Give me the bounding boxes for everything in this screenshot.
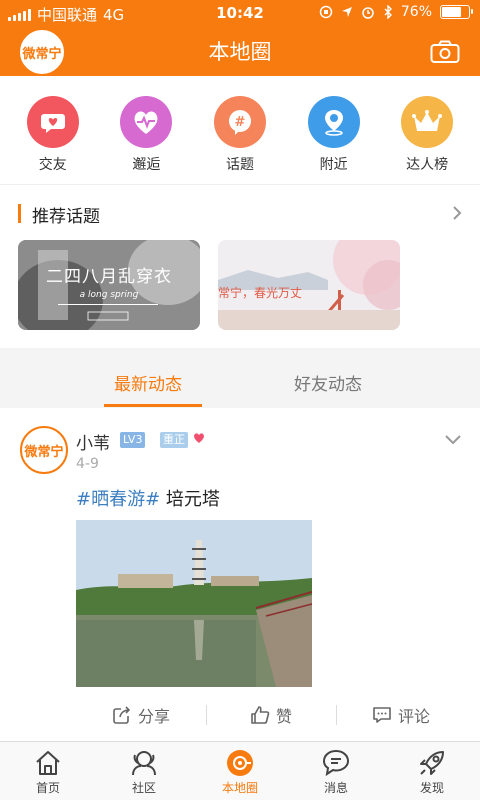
level-badge: LV3 [120, 432, 146, 448]
category-nearby[interactable]: 附近 [294, 96, 374, 176]
like-button[interactable]: 赞 [206, 700, 336, 730]
tab-friends[interactable]: 好友动态 [294, 370, 362, 395]
post-date: 4-9 [76, 456, 99, 472]
nav-local-circle[interactable]: 本地圈 [192, 742, 288, 800]
topic-card[interactable]: 常宁，春光万丈 [218, 240, 400, 330]
category-label: 交友 [38, 157, 67, 173]
battery-percent: 76% [400, 4, 432, 20]
make-friends-icon [26, 96, 79, 148]
like-label: 赞 [275, 707, 292, 726]
post-actions: 分享 赞 评论 [76, 700, 466, 730]
category-make-friends[interactable]: 交友 [13, 96, 93, 176]
nav-label: 消息 [323, 781, 348, 795]
chevron-down-icon[interactable] [444, 434, 462, 446]
top-header: 中国联通 4G 10:42 76% 微常宁 本地圈 [0, 0, 480, 76]
post-username[interactable]: 小苇 [76, 429, 110, 454]
section-marker [18, 204, 21, 223]
nav-label: 发现 [419, 781, 444, 795]
nav-home[interactable]: 首页 [0, 742, 96, 800]
post-content: #晒春游# 培元塔 [76, 485, 220, 511]
bottom-nav: 首页 社区 本地圈 消息 发现 [0, 741, 480, 800]
verified-badge: 重正 [160, 432, 188, 448]
category-row: 交友 邂逅 # 话题 附近 达人榜 [0, 96, 480, 176]
category-label: 邂逅 [132, 157, 161, 173]
nav-label: 社区 [131, 781, 156, 795]
message-icon [322, 749, 350, 777]
divider [0, 184, 480, 185]
category-encounter[interactable]: 邂逅 [106, 96, 186, 176]
post-hashtag[interactable]: #晒春游# [76, 489, 160, 510]
post-body: 培元塔 [160, 489, 220, 510]
community-icon [132, 751, 156, 776]
nav-label: 本地圈 [221, 781, 258, 795]
section-title: 推荐话题 [32, 207, 100, 227]
comment-button[interactable]: 评论 [336, 700, 466, 730]
comment-label: 评论 [397, 707, 430, 726]
feed-tabs-bar [0, 348, 480, 408]
avatar[interactable]: 微常宁 [20, 426, 68, 474]
page-title: 本地圈 [208, 40, 272, 64]
post-photo[interactable] [76, 520, 312, 687]
topic-card-title: 常宁，春光万丈 [218, 286, 303, 300]
comment-icon [373, 707, 391, 723]
active-tab-indicator [104, 404, 202, 407]
category-label: 话题 [225, 157, 254, 173]
location-icon [341, 7, 352, 17]
nav-discover[interactable]: 发现 [384, 742, 480, 800]
category-label: 达人榜 [406, 157, 449, 173]
location-pin-icon [307, 96, 360, 148]
nav-community[interactable]: 社区 [96, 742, 192, 800]
topic-card-subtitle: a long spring [79, 290, 139, 300]
heart-badge-icon [194, 433, 204, 443]
topic-card-title: 二四八月乱穿衣 [46, 267, 172, 287]
share-button[interactable]: 分享 [76, 700, 206, 730]
local-circle-icon [227, 750, 253, 776]
category-leaderboard[interactable]: 达人榜 [387, 96, 467, 176]
rocket-icon [420, 751, 444, 775]
home-icon [36, 751, 60, 775]
camera-icon[interactable] [430, 40, 460, 64]
topic-card[interactable]: 二四八月乱穿衣 a long spring [18, 240, 200, 330]
battery-icon [440, 5, 473, 19]
nav-messages[interactable]: 消息 [288, 742, 384, 800]
category-topics[interactable]: # 话题 [200, 96, 280, 176]
heart-pulse-icon [120, 96, 173, 148]
pagoda-photo [76, 520, 312, 687]
chevron-right-icon [453, 206, 462, 220]
recommended-topics-header[interactable]: 推荐话题 [18, 200, 462, 228]
tab-latest[interactable]: 最新动态 [114, 370, 182, 395]
rotation-lock-icon [319, 5, 333, 19]
svg-text:#: # [235, 115, 246, 130]
status-bar: 中国联通 4G 10:42 76% [0, 0, 480, 26]
share-icon [113, 706, 131, 724]
hashtag-icon: # [213, 96, 266, 148]
thumbs-up-icon [251, 706, 270, 724]
bluetooth-icon [384, 5, 392, 19]
crown-icon [401, 96, 454, 148]
nav-label: 首页 [35, 781, 60, 795]
share-label: 分享 [137, 707, 170, 726]
alarm-icon [362, 7, 374, 19]
category-label: 附近 [319, 157, 348, 173]
